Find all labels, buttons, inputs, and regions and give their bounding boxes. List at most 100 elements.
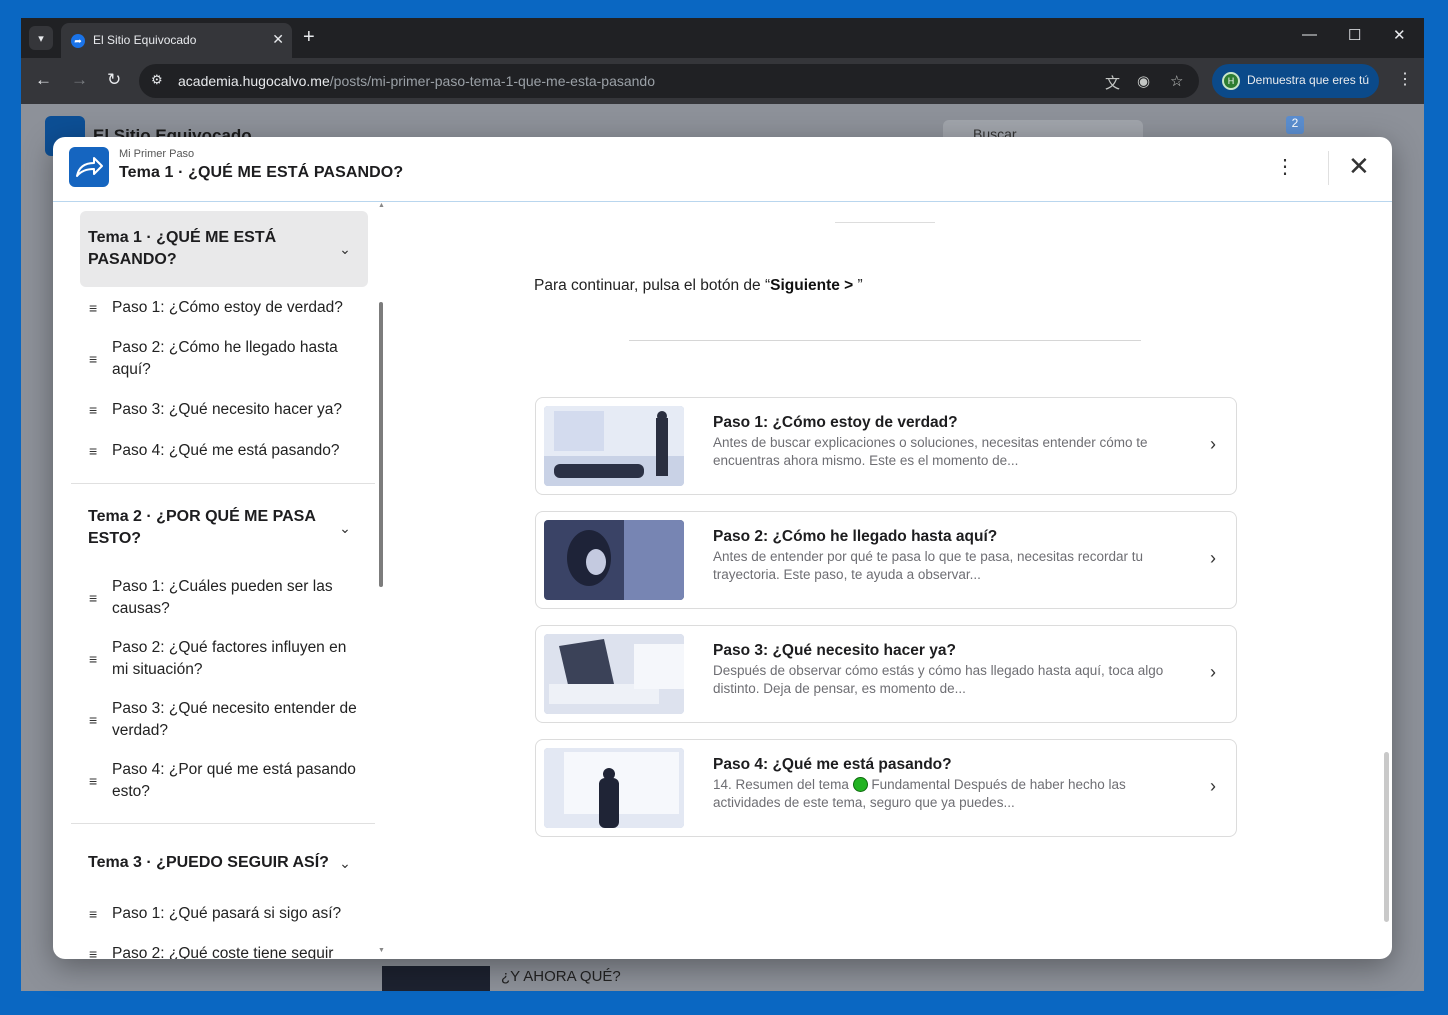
more-options-icon[interactable]: ⋮ (1275, 157, 1295, 177)
lines-icon: ≡ (89, 443, 98, 459)
sidebar-step[interactable]: ≡ Paso 4: ¿Por qué me está pasando esto? (89, 759, 359, 803)
site-info-icon[interactable]: ⚙ (151, 72, 169, 90)
topic-2[interactable]: Tema 2 · ¿POR QUÉ ME PASA ESTO? ⌄ (80, 504, 368, 552)
translate-icon[interactable]: 文 (1105, 72, 1120, 93)
divider (71, 483, 375, 484)
back-arrow-icon[interactable]: ← (35, 70, 52, 90)
eye-off-icon[interactable]: ◉ (1137, 72, 1150, 90)
card-description: Después de observar cómo estás y cómo ha… (713, 663, 1164, 696)
lines-icon: ≡ (89, 712, 98, 728)
profile-avatar: H (1222, 72, 1240, 90)
step-thumbnail (544, 406, 684, 486)
step-card[interactable]: Paso 4: ¿Qué me está pasando? 14. Resume… (535, 739, 1237, 837)
sidebar-step[interactable]: ≡ Paso 1: ¿Qué pasará si sigo así? (89, 903, 359, 925)
chevron-down-icon[interactable]: ⌄ (330, 241, 360, 258)
topic-3[interactable]: Tema 3 · ¿PUEDO SEGUIR ASÍ? ⌄ (80, 847, 368, 879)
maximize-icon[interactable]: ☐ (1348, 26, 1361, 44)
card-description: Antes de buscar explicaciones o solucion… (713, 435, 1148, 468)
topic-1[interactable]: Tema 1 · ¿QUÉ ME ESTÁ PASANDO? ⌄ (80, 211, 368, 287)
lines-icon: ≡ (89, 590, 98, 606)
topic-2-label: Tema 2 · ¿POR QUÉ ME PASA ESTO? (88, 508, 316, 547)
step-label: Paso 2: ¿Cómo he llegado hasta aquí? (112, 339, 338, 378)
browser-tab[interactable]: ➦ El Sitio Equivocado ✕ (61, 23, 292, 58)
chevron-right-icon: › (1210, 434, 1216, 454)
chevron-right-icon: › (1210, 548, 1216, 568)
card-description: 14. Resumen del tema Fundamental Después… (713, 777, 1126, 810)
new-tab-button[interactable]: + (303, 26, 315, 48)
sidebar-step[interactable]: ≡ Paso 3: ¿Qué necesito entender de verd… (89, 698, 359, 742)
sidebar-step[interactable]: ≡ Paso 2: ¿Cómo he llegado hasta aquí? (89, 337, 359, 381)
step-label: Paso 1: ¿Cómo estoy de verdad? (112, 299, 343, 316)
window-close-icon[interactable]: ✕ (1393, 26, 1406, 44)
green-circle-icon (852, 777, 868, 792)
chevron-right-icon: › (1210, 776, 1216, 796)
step-label: Paso 4: ¿Por qué me está pasando esto? (112, 761, 356, 800)
lines-icon: ≡ (89, 906, 98, 922)
address-bar[interactable]: ⚙ academia.hugocalvo.me/posts/mi-primer-… (139, 64, 1199, 98)
lesson-content: Para continuar, pulsa el botón de “Sigui… (387, 202, 1392, 959)
lesson-modal: Mi Primer Paso Tema 1 · ¿QUÉ ME ESTÁ PAS… (53, 137, 1392, 959)
step-thumbnail (544, 748, 684, 828)
sidebar-step[interactable]: ≡ Paso 3: ¿Qué necesito hacer ya? (89, 399, 359, 421)
forward-arrow-icon[interactable]: → (71, 70, 88, 90)
step-label: Paso 1: ¿Cuáles pueden ser las causas? (112, 578, 333, 617)
sidebar-step[interactable]: ≡ Paso 2: ¿Qué factores influyen en mi s… (89, 637, 359, 681)
divider (71, 823, 375, 824)
step-label: Paso 4: ¿Qué me está pasando? (112, 442, 340, 459)
step-card[interactable]: Paso 2: ¿Cómo he llegado hasta aquí? Ant… (535, 511, 1237, 609)
topic-1-label: Tema 1 · ¿QUÉ ME ESTÁ PASANDO? (88, 229, 277, 268)
profile-chip-label: Demuestra que eres tú (1247, 73, 1370, 87)
tab-search-button[interactable]: ▾ (29, 26, 53, 50)
reload-icon[interactable]: ↻ (107, 70, 121, 90)
step-label: Paso 1: ¿Qué pasará si sigo así? (112, 905, 342, 922)
continue-instruction: Para continuar, pulsa el botón de “Sigui… (534, 277, 863, 294)
modal-title: Tema 1 · ¿QUÉ ME ESTÁ PASANDO? (119, 164, 404, 181)
profile-chip[interactable]: H Demuestra que eres tú (1212, 64, 1379, 98)
step-card[interactable]: Paso 1: ¿Cómo estoy de verdad? Antes de … (535, 397, 1237, 495)
card-title: Paso 3: ¿Qué necesito hacer ya? (713, 642, 956, 659)
topic-3-label: Tema 3 · ¿PUEDO SEGUIR ASÍ? (88, 854, 329, 871)
chevron-down-icon[interactable]: ⌄ (330, 855, 360, 872)
step-label: Paso 2: ¿Qué factores influyen en mi sit… (112, 639, 347, 678)
minimize-icon[interactable]: — (1302, 26, 1317, 43)
lines-icon: ≡ (89, 351, 98, 367)
footer-thumbnail (382, 966, 490, 991)
browser-menu-icon[interactable]: ⋮ (1397, 69, 1413, 89)
lines-icon: ≡ (89, 946, 98, 959)
content-scrollbar[interactable] (1384, 752, 1389, 922)
step-label: Paso 2: ¿Qué coste tiene seguir (112, 945, 334, 959)
divider (835, 222, 935, 223)
scroll-down-icon[interactable]: ▼ (378, 947, 385, 954)
step-thumbnail (544, 520, 684, 600)
sidebar-step[interactable]: ≡ Paso 1: ¿Cuáles pueden ser las causas? (89, 576, 359, 620)
step-card[interactable]: Paso 3: ¿Qué necesito hacer ya? Después … (535, 625, 1237, 723)
step-label: Paso 3: ¿Qué necesito hacer ya? (112, 401, 343, 418)
sidebar-step[interactable]: ≡ Paso 1: ¿Cómo estoy de verdad? (89, 297, 359, 319)
chevron-down-icon[interactable]: ⌄ (330, 520, 360, 537)
card-title: Paso 1: ¿Cómo estoy de verdad? (713, 414, 958, 431)
browser-toolbar: ← → ↻ ⚙ academia.hugocalvo.me/posts/mi-p… (21, 58, 1424, 104)
modal-header: Mi Primer Paso Tema 1 · ¿QUÉ ME ESTÁ PAS… (53, 137, 1392, 202)
sidebar-step[interactable]: ≡ Paso 2: ¿Qué coste tiene seguir (89, 943, 359, 959)
card-description: Antes de entender por qué te pasa lo que… (713, 549, 1144, 582)
scroll-up-icon[interactable]: ▲ (378, 202, 385, 209)
divider (629, 340, 1141, 341)
tab-close-icon[interactable]: ✕ (272, 31, 284, 48)
header-divider (1328, 151, 1329, 185)
course-logo-icon (69, 147, 109, 187)
step-label: Paso 3: ¿Qué necesito entender de verdad… (112, 700, 357, 739)
card-title: Paso 4: ¿Qué me está pasando? (713, 756, 952, 773)
lines-icon: ≡ (89, 773, 98, 789)
sidebar-step[interactable]: ≡ Paso 4: ¿Qué me está pasando? (89, 440, 359, 462)
notification-badge: 2 (1286, 116, 1304, 134)
url-text[interactable]: academia.hugocalvo.me/posts/mi-primer-pa… (178, 73, 655, 89)
lesson-sidebar: ▲ ▼ Tema 1 · ¿QUÉ ME ESTÁ PASANDO? ⌄ ≡ P… (53, 202, 387, 959)
tab-title: El Sitio Equivocado (93, 33, 197, 47)
step-thumbnail (544, 634, 684, 714)
sidebar-scrollbar[interactable] (379, 302, 383, 587)
modal-close-icon[interactable]: ✕ (1348, 153, 1370, 179)
lines-icon: ≡ (89, 300, 98, 316)
star-icon[interactable]: ☆ (1170, 72, 1183, 90)
modal-subtitle: Mi Primer Paso (119, 148, 195, 160)
card-title: Paso 2: ¿Cómo he llegado hasta aquí? (713, 528, 998, 545)
